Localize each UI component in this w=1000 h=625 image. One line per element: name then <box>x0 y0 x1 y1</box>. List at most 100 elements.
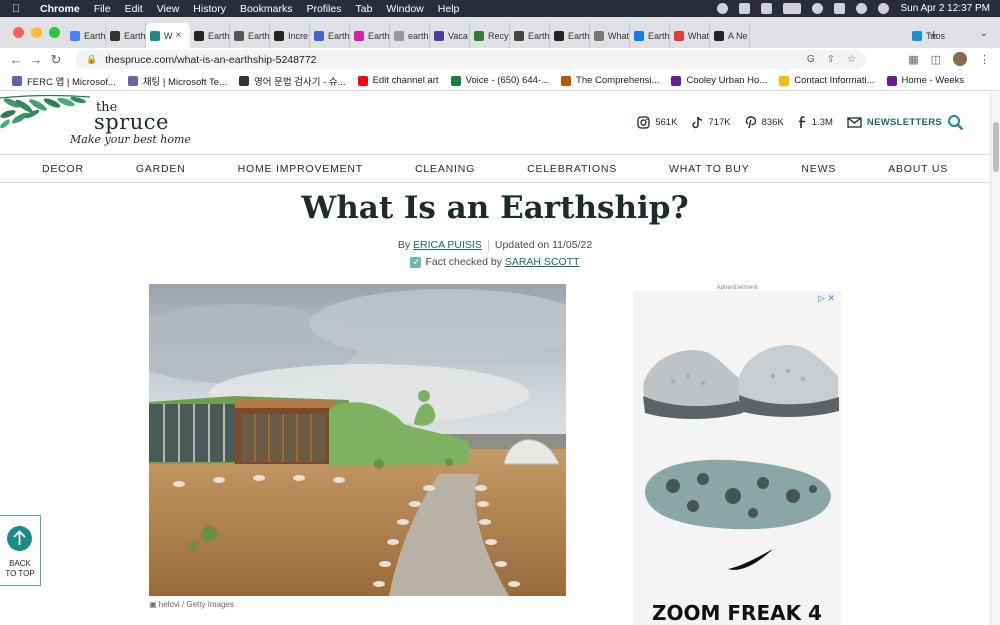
side-panel-icon[interactable]: ◫ <box>931 53 941 66</box>
app-status-icon[interactable] <box>739 3 751 14</box>
tab-label: A Ne <box>728 30 748 41</box>
tab-9[interactable]: Vaca <box>430 23 470 48</box>
bookmark-7[interactable]: Contact Informati... <box>779 75 875 86</box>
newsletters-link[interactable]: NEWSLETTERS <box>847 117 942 128</box>
close-window-button[interactable] <box>13 27 24 38</box>
fact-checker-link[interactable]: SARAH SCOTT <box>505 256 580 268</box>
control-center-icon[interactable] <box>834 3 846 14</box>
menu-window[interactable]: Window <box>386 3 423 15</box>
tab-16[interactable]: A Ne <box>710 23 750 48</box>
profile-avatar[interactable] <box>953 52 967 66</box>
bookmark-2[interactable]: 영어 문법 검사기 - 슈... <box>239 74 346 88</box>
social-tiktok[interactable]: 717K <box>691 116 731 129</box>
tab-0[interactable]: Earth <box>66 23 106 48</box>
tab-12[interactable]: Earth <box>550 23 590 48</box>
menu-edit[interactable]: Edit <box>125 3 143 15</box>
back-to-top-button[interactable]: BACK TO TOP <box>0 515 41 586</box>
nav-item-garden[interactable]: GARDEN <box>110 163 212 175</box>
tab-14[interactable]: Earth <box>630 23 670 48</box>
sneaker-ad-image <box>643 345 839 570</box>
menubar-clock[interactable]: Sun Apr 2 12:37 PM <box>900 3 990 14</box>
nav-item-what-to-buy[interactable]: WHAT TO BUY <box>643 163 775 175</box>
search-icon[interactable] <box>947 114 964 131</box>
tab-4[interactable]: Earth <box>230 23 270 48</box>
omnibox-actions: G ⇧ ☆ <box>807 54 856 65</box>
menu-help[interactable]: Help <box>438 3 460 15</box>
bookmark-3[interactable]: Edit channel art <box>357 75 439 86</box>
tab-favicon <box>314 30 324 41</box>
bluetooth-icon[interactable] <box>761 3 773 14</box>
battery-icon[interactable] <box>783 3 802 14</box>
tab-2[interactable]: W × <box>146 23 190 48</box>
bookmark-5[interactable]: The Comprehensi... <box>561 75 659 86</box>
nav-item-home-improvement[interactable]: HOME IMPROVEMENT <box>212 163 389 175</box>
menu-history[interactable]: History <box>193 3 226 15</box>
tab-5[interactable]: Incre <box>270 23 310 48</box>
advertisement-banner[interactable]: ▷ ✕ ZOOM FREAK 4 <box>633 291 841 625</box>
menu-view[interactable]: View <box>157 3 180 15</box>
menu-file[interactable]: File <box>94 3 111 15</box>
back-arrow-icon[interactable]: ← <box>6 52 26 67</box>
nav-item-decor[interactable]: DECOR <box>16 163 110 175</box>
siri-icon[interactable] <box>878 3 890 14</box>
tab-label: Earth <box>648 30 670 41</box>
bookmark-star-icon[interactable]: ☆ <box>847 54 856 65</box>
tab-6[interactable]: Earth <box>310 23 350 48</box>
google-lens-icon[interactable]: G <box>807 54 815 65</box>
url-text[interactable]: thespruce.com/what-is-an-earthship-52487… <box>105 54 316 66</box>
page-scrollbar[interactable] <box>990 92 1000 625</box>
bookmark-8[interactable]: Home - Weeks <box>886 75 964 86</box>
newsletters-label: NEWSLETTERS <box>866 117 942 128</box>
facebook-icon <box>798 116 805 128</box>
bookmark-0[interactable]: FERC 앱 | Microsof... <box>12 74 116 88</box>
social-facebook[interactable]: 1.3M <box>798 116 833 129</box>
bookmark-favicon <box>450 75 461 86</box>
new-tab-button[interactable]: + <box>929 27 938 44</box>
logo-spruce[interactable]: spruce <box>94 110 169 134</box>
forward-arrow-icon[interactable]: → <box>26 52 46 67</box>
minimize-window-button[interactable] <box>31 27 42 38</box>
window-controls <box>13 27 60 38</box>
nav-item-cleaning[interactable]: CLEANING <box>389 163 501 175</box>
adchoices-icon[interactable]: ▷ ✕ <box>818 293 835 304</box>
tab-3[interactable]: Earth <box>190 23 230 48</box>
tab-13[interactable]: What <box>590 23 630 48</box>
bookmark-4[interactable]: Voice - (650) 644-... <box>450 75 549 86</box>
menu-profiles[interactable]: Profiles <box>306 3 341 15</box>
bookmark-1[interactable]: 채팅 | Microsoft Te... <box>127 74 227 88</box>
social-instagram[interactable]: 561K <box>637 116 677 129</box>
lock-icon[interactable]: 🔒 <box>86 54 97 65</box>
extensions-puzzle-icon[interactable]: ▦ <box>908 53 918 66</box>
menu-tab[interactable]: Tab <box>355 3 372 15</box>
bookmark-label: The Comprehensi... <box>576 75 660 86</box>
tab-15[interactable]: What <box>670 23 710 48</box>
share-icon[interactable]: ⇧ <box>827 54 835 65</box>
ad-model-name[interactable]: ZOOM FREAK 4 <box>633 601 841 625</box>
menu-bookmarks[interactable]: Bookmarks <box>240 3 293 15</box>
scrollbar-thumb[interactable] <box>993 122 999 172</box>
nav-item-celebrations[interactable]: CELEBRATIONS <box>501 163 643 175</box>
user-status-icon[interactable] <box>717 3 729 14</box>
tab-label: earth <box>408 30 429 41</box>
tab-search-chevron-icon[interactable]: ⌄ <box>980 28 988 39</box>
hero-image-earthship[interactable] <box>149 284 566 596</box>
chrome-menu-icon[interactable]: ⋮ <box>979 53 990 66</box>
bookmark-6[interactable]: Cooley Urban Ho... <box>671 75 767 86</box>
reload-icon[interactable]: ↻ <box>46 52 66 68</box>
spotlight-icon[interactable] <box>856 3 868 14</box>
tab-10[interactable]: Recy <box>470 23 510 48</box>
menu-app-name[interactable]: Chrome <box>40 3 80 15</box>
wifi-icon[interactable] <box>812 3 824 14</box>
tab-1[interactable]: Earth <box>106 23 146 48</box>
apple-menu-icon[interactable]:  <box>12 3 26 15</box>
author-link[interactable]: ERICA PUISIS <box>413 239 482 251</box>
social-pinterest[interactable]: 836K <box>745 116 784 129</box>
address-bar[interactable]: 🔒 thespruce.com/what-is-an-earthship-524… <box>76 50 866 69</box>
nav-item-about-us[interactable]: ABOUT US <box>862 163 974 175</box>
tab-close-icon[interactable]: × <box>176 30 182 41</box>
zoom-window-button[interactable] <box>49 27 60 38</box>
nav-item-news[interactable]: NEWS <box>775 163 862 175</box>
tab-7[interactable]: Earth <box>350 23 390 48</box>
tab-8[interactable]: earth <box>390 23 430 48</box>
tab-11[interactable]: Earth <box>510 23 550 48</box>
